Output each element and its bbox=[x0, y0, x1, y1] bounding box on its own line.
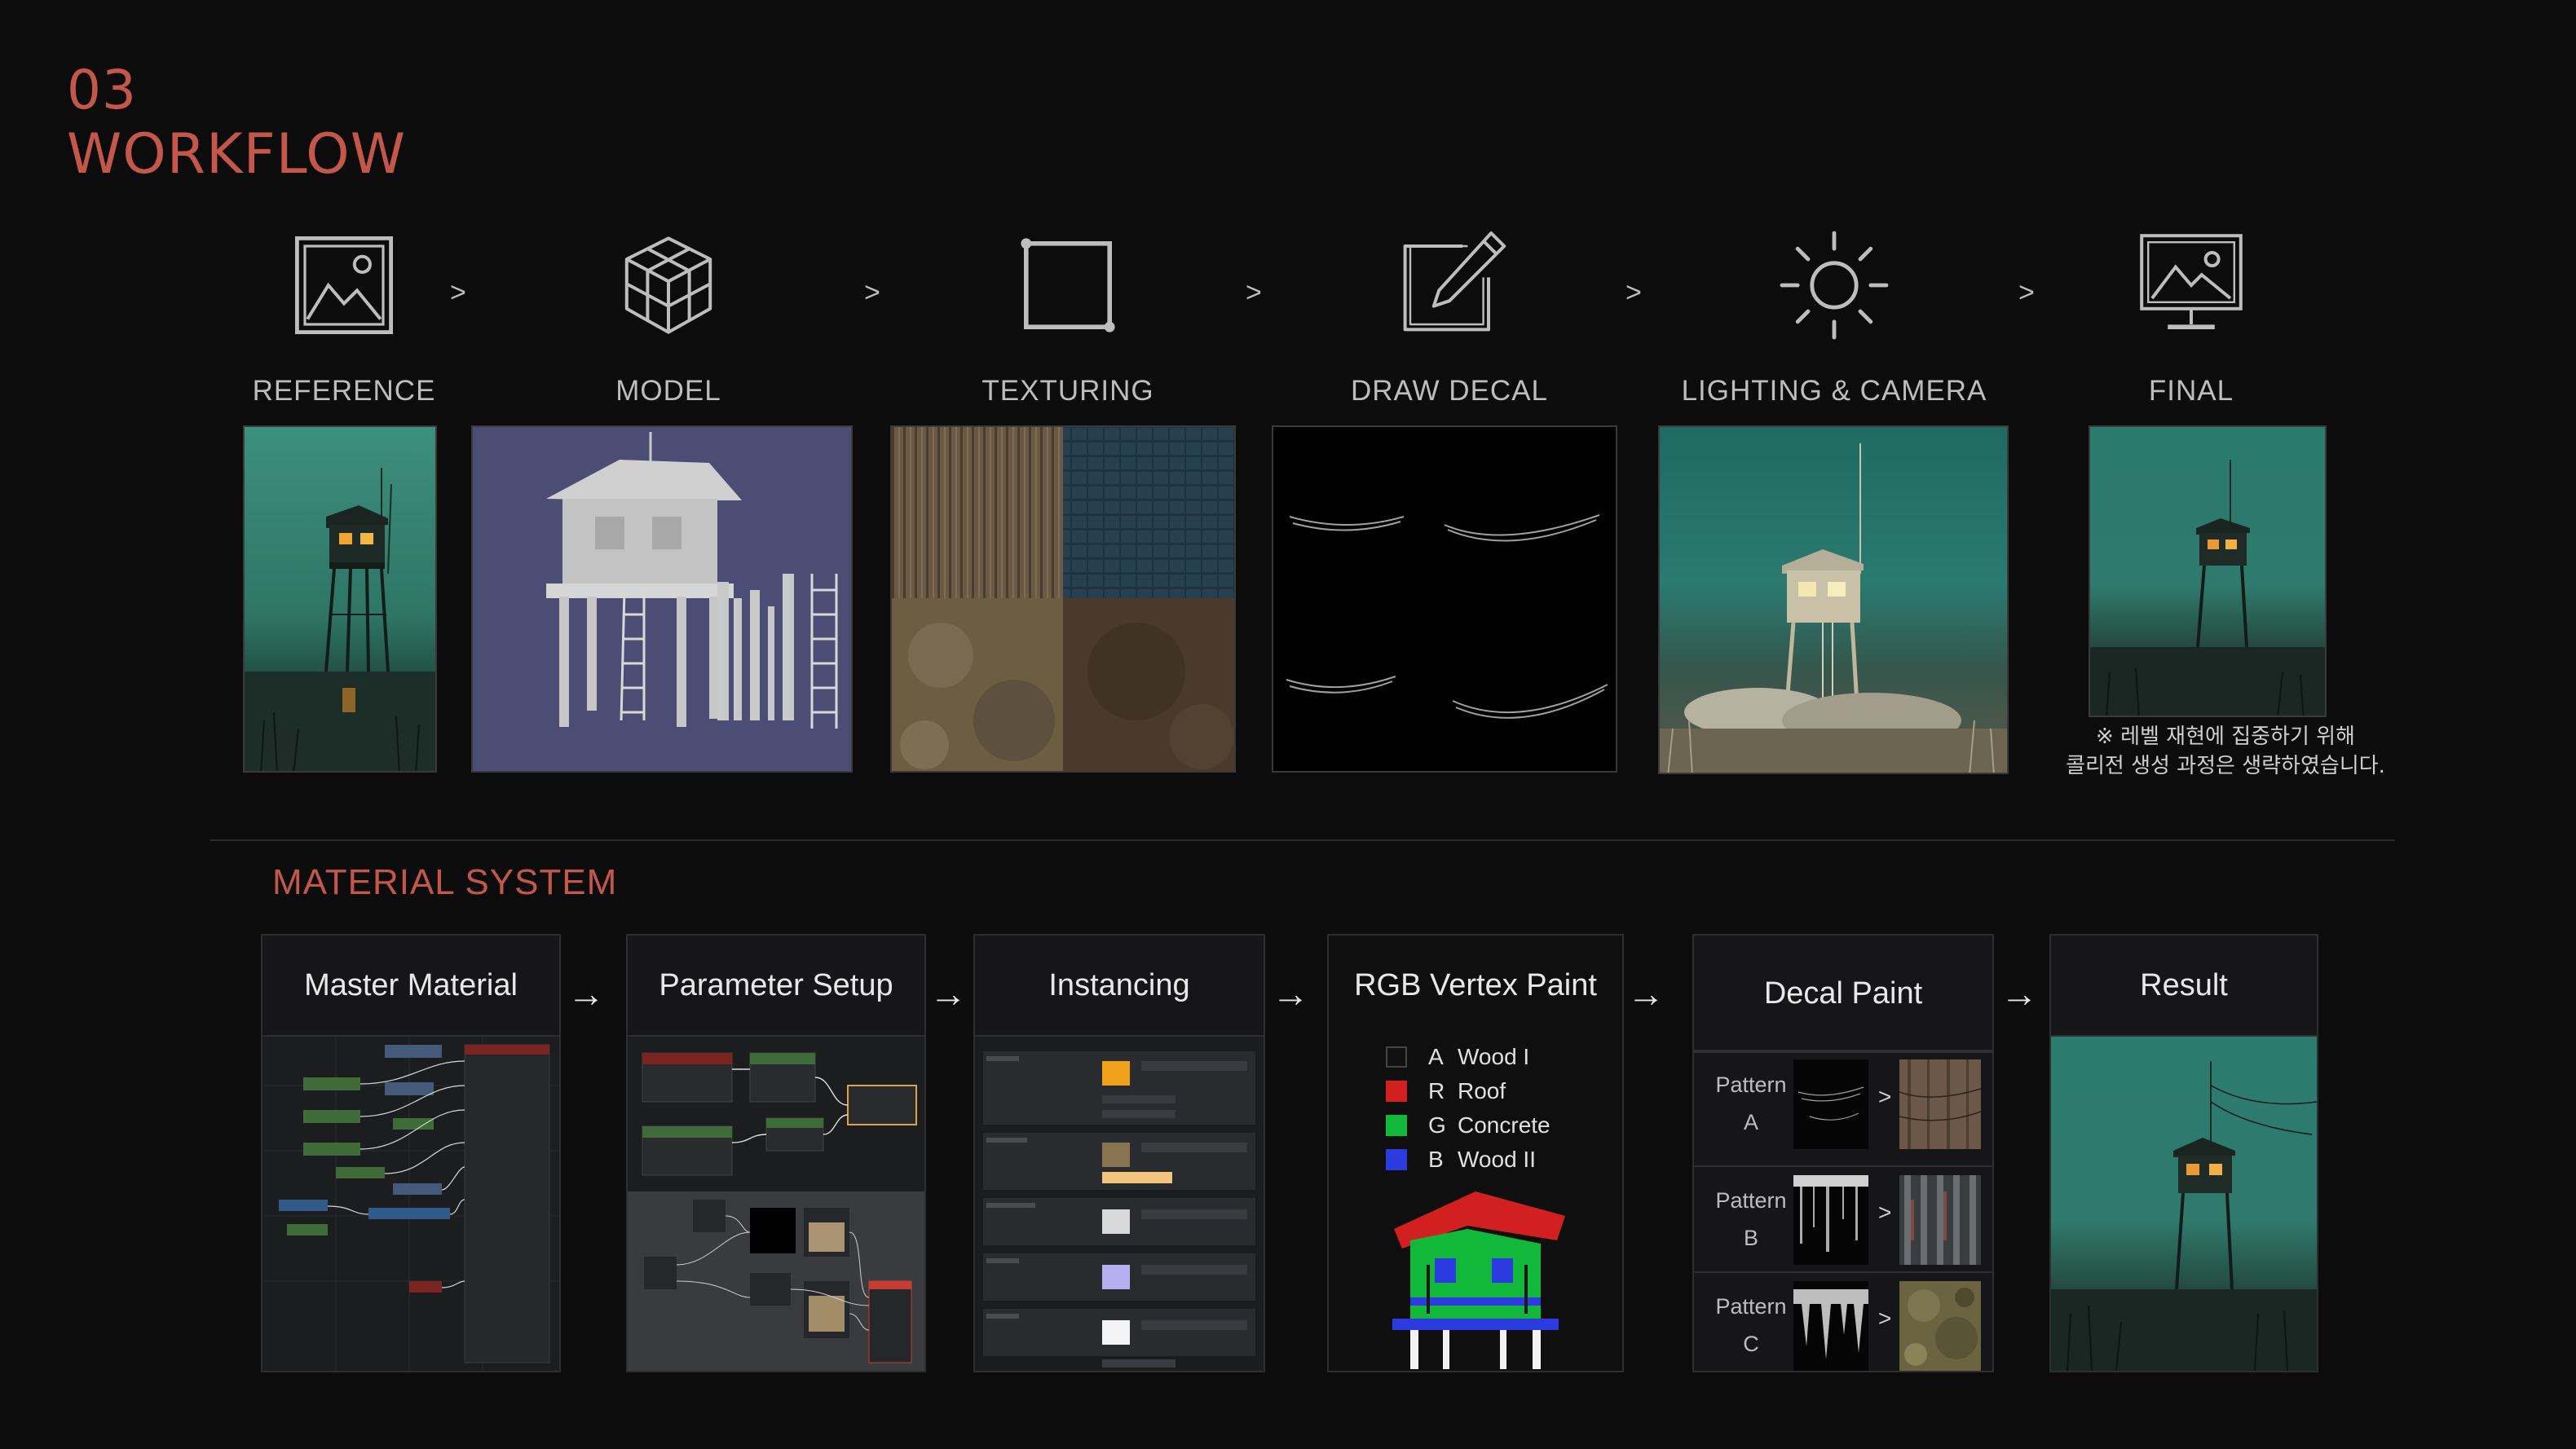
panel-title: Decal Paint bbox=[1694, 936, 1992, 1053]
pattern-letter: A bbox=[1743, 1110, 1758, 1134]
panel-arrow: → bbox=[1627, 972, 1665, 1015]
pattern-word: Pattern bbox=[1715, 1188, 1787, 1213]
pattern-mask bbox=[1793, 1059, 1868, 1149]
section-divider bbox=[210, 839, 2395, 841]
pattern-word: Pattern bbox=[1715, 1294, 1787, 1319]
result-image bbox=[2051, 1037, 2318, 1372]
step-label: LIGHTING & CAMERA bbox=[1681, 375, 1987, 407]
decal-pattern-c: Pattern C > bbox=[1694, 1271, 1992, 1371]
pattern-mask bbox=[1793, 1175, 1868, 1265]
vertex-paint-house bbox=[1392, 1191, 1565, 1369]
panel-parameter-setup: Parameter Setup bbox=[626, 934, 926, 1372]
pattern-label: Pattern C bbox=[1704, 1288, 1798, 1363]
pattern-arrow: > bbox=[1878, 1306, 1892, 1331]
model-image bbox=[471, 425, 853, 773]
panel-instancing: Instancing bbox=[973, 934, 1265, 1372]
reference-image bbox=[243, 425, 437, 773]
step-label: TEXTURING bbox=[981, 375, 1154, 407]
step-separator: > bbox=[864, 277, 880, 308]
channel-name: Concrete bbox=[1458, 1112, 1550, 1138]
pattern-arrow: > bbox=[1878, 1084, 1892, 1109]
color-swatch bbox=[1386, 1115, 1407, 1136]
legend-item: B Wood II bbox=[1386, 1143, 1550, 1177]
color-swatch bbox=[1386, 1046, 1407, 1068]
channel-letter: G bbox=[1428, 1112, 1446, 1138]
step-texturing: TEXTURING bbox=[905, 220, 1231, 407]
legend-item: G Concrete bbox=[1386, 1108, 1550, 1143]
channel-name: Roof bbox=[1458, 1078, 1506, 1103]
step-reference: REFERENCE bbox=[181, 220, 507, 407]
channel-letter: A bbox=[1428, 1044, 1444, 1069]
step-lighting-camera: LIGHTING & CAMERA bbox=[1671, 220, 1997, 407]
note-line: 콜리전 생성 과정은 생략하였습니다. bbox=[2066, 754, 2385, 778]
decal-pattern-b: Pattern B > bbox=[1694, 1165, 1992, 1273]
step-draw-decal: DRAW DECAL bbox=[1286, 220, 1612, 407]
step-label: DRAW DECAL bbox=[1350, 375, 1549, 407]
section-title: WORKFLOW bbox=[67, 122, 406, 187]
draw-decal-image bbox=[1272, 425, 1617, 773]
step-separator: > bbox=[1625, 277, 1642, 308]
panel-result: Result bbox=[2049, 934, 2318, 1372]
channel-letter: R bbox=[1428, 1078, 1445, 1103]
lighting-camera-image bbox=[1658, 425, 2009, 774]
pattern-result bbox=[1899, 1281, 1981, 1371]
node-graph bbox=[262, 1037, 559, 1371]
note-line: ※ 레벨 재현에 집중하기 위해 bbox=[2096, 724, 2355, 749]
color-swatch bbox=[1386, 1149, 1407, 1170]
vertex-paint-legend: A Wood I R Roof G Concrete B Wood II bbox=[1386, 1040, 1550, 1177]
decal-pattern-a: Pattern A > bbox=[1694, 1050, 1992, 1157]
panel-master-material: Master Material bbox=[261, 934, 561, 1372]
final-image bbox=[2089, 425, 2327, 717]
pattern-mask bbox=[1793, 1281, 1868, 1371]
workflow-note: ※ 레벨 재현에 집중하기 위해 콜리전 생성 과정은 생략하였습니다. bbox=[2038, 722, 2413, 781]
pattern-result bbox=[1899, 1175, 1981, 1265]
channel-letter: B bbox=[1428, 1147, 1444, 1172]
panel-title: Parameter Setup bbox=[628, 936, 924, 1037]
step-separator: > bbox=[1246, 277, 1262, 308]
step-final: FINAL bbox=[2028, 220, 2354, 407]
section-number: 03 bbox=[67, 59, 137, 121]
pattern-result bbox=[1899, 1059, 1981, 1149]
pattern-letter: C bbox=[1743, 1332, 1759, 1356]
channel-name: Wood II bbox=[1458, 1147, 1536, 1172]
panel-arrow: → bbox=[567, 972, 605, 1015]
legend-item: A Wood I bbox=[1386, 1040, 1550, 1074]
step-label: FINAL bbox=[2148, 375, 2234, 407]
step-model: MODEL bbox=[505, 220, 831, 407]
material-system-title: MATERIAL SYSTEM bbox=[272, 862, 618, 902]
legend-item: R Roof bbox=[1386, 1074, 1550, 1108]
pattern-label: Pattern A bbox=[1704, 1066, 1798, 1141]
node-graph bbox=[628, 1037, 924, 1371]
panel-title: RGB Vertex Paint bbox=[1354, 967, 1597, 1002]
panel-title: Result bbox=[2051, 936, 2317, 1037]
texturing-image bbox=[890, 425, 1236, 773]
monitor-image-icon bbox=[2140, 234, 2243, 329]
pattern-word: Pattern bbox=[1715, 1072, 1787, 1097]
panel-title: Instancing bbox=[975, 936, 1264, 1037]
step-label: MODEL bbox=[615, 375, 721, 407]
color-swatch bbox=[1386, 1081, 1407, 1102]
panel-arrow: → bbox=[1272, 972, 1309, 1015]
image-icon bbox=[295, 236, 393, 334]
step-label: REFERENCE bbox=[252, 375, 436, 407]
sun-icon bbox=[1780, 231, 1889, 340]
cube-icon bbox=[624, 236, 712, 334]
pattern-letter: B bbox=[1743, 1226, 1758, 1250]
square-frame-icon bbox=[1021, 238, 1115, 333]
channel-name: Wood I bbox=[1458, 1044, 1530, 1069]
parameter-list bbox=[975, 1037, 1264, 1371]
pattern-arrow: > bbox=[1878, 1200, 1892, 1225]
panel-title: Master Material bbox=[262, 936, 559, 1037]
pattern-label: Pattern B bbox=[1704, 1182, 1798, 1257]
panel-arrow: → bbox=[929, 972, 967, 1015]
pencil-edit-icon bbox=[1403, 231, 1506, 332]
panel-arrow: → bbox=[2000, 972, 2038, 1015]
step-separator: > bbox=[450, 277, 466, 308]
